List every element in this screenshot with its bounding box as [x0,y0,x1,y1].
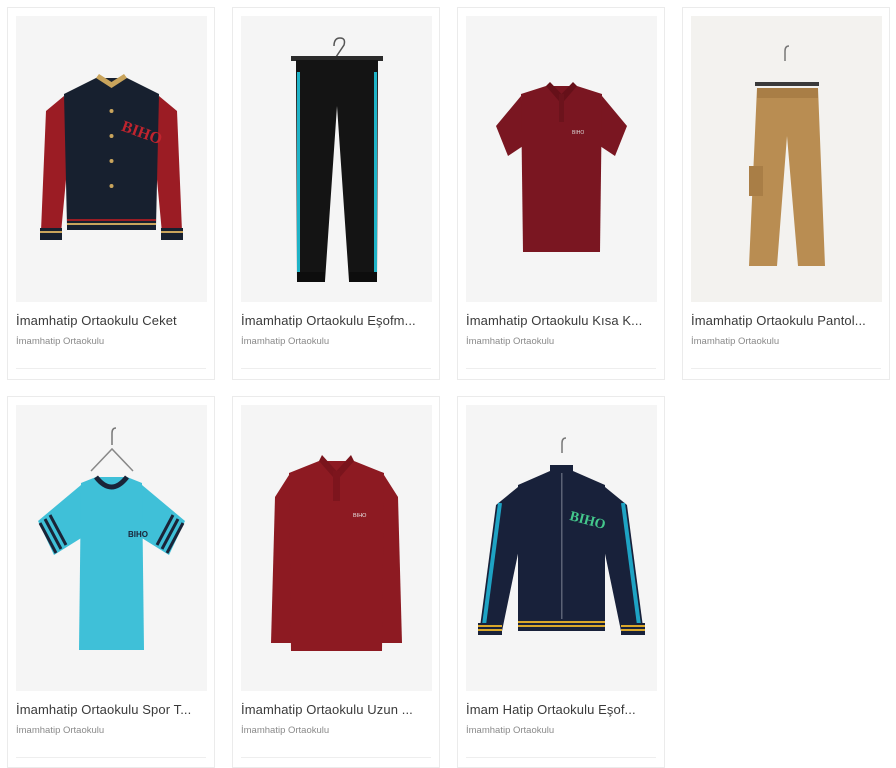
svg-text:BIHO: BIHO [353,513,367,519]
divider [16,757,206,758]
product-image[interactable]: BIHO [16,16,207,302]
long-sleeve-polo-image: BIHO [241,405,432,691]
product-card[interactable]: BIHO İmam Hatip Ortaokulu Eşof... İmamha… [457,396,665,768]
product-image[interactable]: BIHO [466,405,657,691]
svg-text:BIHO: BIHO [128,530,148,539]
svg-text:BIHO: BIHO [572,130,584,136]
product-title[interactable]: İmamhatip Ortaokulu Kısa K... [466,313,658,328]
divider [466,757,656,758]
track-pants-image [241,16,432,302]
product-brand: İmamhatip Ortaokulu [691,336,780,347]
product-card[interactable]: BIHO İmamhatip Ortaokulu Ceket İmamhatip… [7,7,215,380]
product-grid: BIHO İmamhatip Ortaokulu Ceket İmamhatip… [0,0,896,768]
product-brand: İmamhatip Ortaokulu [466,725,555,736]
product-card[interactable]: İmamhatip Ortaokulu Eşofm... İmamhatip O… [232,7,440,380]
product-title[interactable]: İmamhatip Ortaokulu Uzun ... [241,702,433,717]
product-brand: İmamhatip Ortaokulu [241,725,330,736]
chino-pants-image [691,16,882,302]
product-image[interactable] [241,16,432,302]
product-card[interactable]: BIHO İmamhatip Ortaokulu Spor T... İmamh… [7,396,215,768]
product-title[interactable]: İmamhatip Ortaokulu Ceket [16,313,208,328]
product-image[interactable]: BIHO [241,405,432,691]
divider [241,368,431,369]
divider [466,368,656,369]
varsity-jacket-image: BIHO [16,16,207,302]
product-card[interactable]: İmamhatip Ortaokulu Pantol... İmamhatip … [682,7,890,380]
divider [241,757,431,758]
product-image[interactable] [691,16,882,302]
product-title[interactable]: İmamhatip Ortaokulu Pantol... [691,313,883,328]
track-jacket-image: BIHO [466,405,657,691]
product-brand: İmamhatip Ortaokulu [16,725,105,736]
product-card[interactable]: BIHO İmamhatip Ortaokulu Uzun ... İmamha… [232,396,440,768]
product-title[interactable]: İmamhatip Ortaokulu Spor T... [16,702,208,717]
product-title[interactable]: İmam Hatip Ortaokulu Eşof... [466,702,658,717]
product-brand: İmamhatip Ortaokulu [241,336,330,347]
product-brand: İmamhatip Ortaokulu [16,336,105,347]
product-image[interactable]: BIHO [466,16,657,302]
product-card[interactable]: BIHO İmamhatip Ortaokulu Kısa K... İmamh… [457,7,665,380]
divider [16,368,206,369]
divider [691,368,881,369]
product-brand: İmamhatip Ortaokulu [466,336,555,347]
sport-tshirt-image: BIHO [16,405,207,691]
product-image[interactable]: BIHO [16,405,207,691]
product-title[interactable]: İmamhatip Ortaokulu Eşofm... [241,313,433,328]
polo-shirt-image: BIHO [466,16,657,302]
